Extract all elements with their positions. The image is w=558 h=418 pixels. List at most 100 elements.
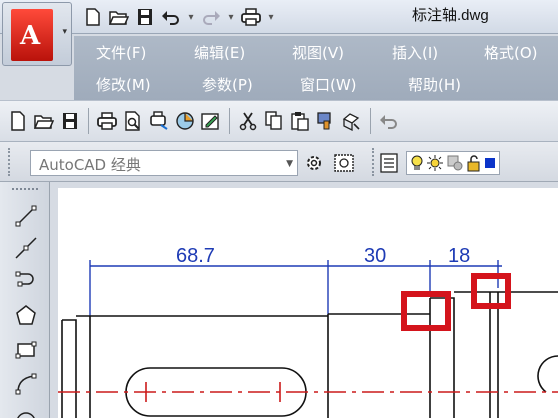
- save-toolbar-button[interactable]: [58, 108, 82, 134]
- shaft-drawing: 68.7 30 18: [58, 245, 558, 418]
- preview-magnifier-icon: [125, 111, 140, 131]
- dimension-text-68-7[interactable]: 68.7: [176, 245, 215, 267]
- dimension-text-30[interactable]: 30: [364, 245, 386, 267]
- undo-icon: [380, 115, 397, 129]
- layer-properties-icon: [380, 153, 398, 173]
- workspace-settings-button[interactable]: [302, 150, 326, 176]
- sun-icon: [427, 155, 443, 171]
- arc-icon: [15, 373, 37, 395]
- menu-view[interactable]: 视图(V): [292, 42, 344, 63]
- new-file-icon: [86, 8, 100, 26]
- save-icon: [63, 113, 77, 129]
- polyline-tool[interactable]: [12, 268, 40, 296]
- lightbulb-icon: [411, 155, 423, 170]
- unlock-icon: [467, 155, 480, 172]
- plot-preview-button[interactable]: [121, 108, 145, 134]
- dimension-text-18[interactable]: 18: [448, 245, 470, 267]
- line-icon: [15, 205, 37, 227]
- redo-icon: [203, 11, 220, 25]
- undo-icon: [162, 11, 179, 25]
- publish-icon: [150, 111, 168, 130]
- layer-color-swatch-icon: [485, 158, 495, 168]
- title-bar: ▾ ▾ ▾ 标注轴.dwg: [0, 0, 558, 34]
- menu-bar: 文件(F) 编辑(E) 视图(V) 插入(I) 格式(O) 修改(M) 参数(P…: [74, 36, 558, 100]
- drawing-canvas[interactable]: 68.7 30 18: [58, 188, 558, 418]
- layer-properties-button[interactable]: [378, 150, 402, 176]
- polygon-pentagon-icon: [16, 305, 36, 325]
- clean-screen-button[interactable]: [332, 150, 356, 176]
- toolbar-grip[interactable]: [372, 148, 376, 176]
- open-button[interactable]: [32, 108, 56, 134]
- polyline-icon: [15, 271, 34, 287]
- menu-modify[interactable]: 修改(M): [96, 74, 151, 95]
- publish-button[interactable]: [147, 108, 171, 134]
- document-title: 标注轴.dwg: [412, 7, 489, 24]
- menu-insert[interactable]: 插入(I): [392, 42, 438, 63]
- redo-button[interactable]: [200, 6, 222, 28]
- save-button[interactable]: [134, 6, 156, 28]
- workspace-select[interactable]: AutoCAD 经典 ▼: [30, 150, 298, 176]
- match-properties-button[interactable]: [314, 108, 338, 134]
- undo-dropdown-icon[interactable]: ▾: [186, 12, 196, 23]
- match-properties-brush-icon: [317, 112, 331, 130]
- chevron-down-icon: ▾: [62, 27, 67, 37]
- draw-toolbar: [0, 182, 50, 418]
- menu-help[interactable]: 帮助(H): [408, 74, 461, 95]
- shaft-section-1: [76, 315, 328, 418]
- menu-file[interactable]: 文件(F): [96, 42, 146, 63]
- toolbar-grip[interactable]: [12, 188, 38, 192]
- menu-window[interactable]: 窗口(W): [300, 74, 357, 95]
- undo-button[interactable]: [160, 6, 182, 28]
- menu-edit[interactable]: 编辑(E): [194, 42, 245, 63]
- 3d-publish-icon: [176, 112, 194, 130]
- plot-toolbar-button[interactable]: [95, 108, 119, 134]
- keyway-arc-right: [537, 355, 558, 393]
- line-tool[interactable]: [12, 202, 40, 230]
- customize-toolbar-icon[interactable]: ▾: [266, 12, 276, 23]
- cut-button[interactable]: [236, 108, 260, 134]
- save-icon: [138, 9, 152, 25]
- circle-tool[interactable]: [12, 402, 40, 418]
- arc-tool[interactable]: [12, 370, 40, 398]
- printer-icon: [97, 112, 117, 130]
- paste-clipboard-icon: [291, 112, 309, 131]
- workspace-toolbar: AutoCAD 经典 ▼: [0, 142, 558, 182]
- block-editor-icon: [342, 113, 360, 131]
- block-editor-button[interactable]: [340, 108, 364, 134]
- circle-icon: [17, 412, 35, 418]
- copy-button[interactable]: [262, 108, 286, 134]
- toolbar-grip[interactable]: [8, 148, 12, 176]
- undo-toolbar-button[interactable]: [377, 108, 401, 134]
- shaft-section-3: [454, 291, 558, 418]
- workspace-icons: [302, 150, 356, 176]
- standard-toolbar: [0, 100, 558, 142]
- redo-dropdown-icon[interactable]: ▾: [226, 12, 236, 23]
- menu-format[interactable]: 格式(O): [484, 42, 538, 63]
- toolbar-separator: [88, 108, 89, 134]
- construction-line-tool[interactable]: [12, 234, 40, 262]
- centerline: [58, 382, 558, 402]
- new-file-button[interactable]: [82, 6, 104, 28]
- shaft-end-left: [61, 319, 77, 418]
- highlight-box-left: [401, 291, 451, 331]
- layers-toolbar: [378, 150, 500, 176]
- 3d-dwf-button[interactable]: [173, 108, 197, 134]
- menu-parametric[interactable]: 参数(P): [202, 74, 253, 95]
- rectangle-tool[interactable]: [12, 336, 40, 364]
- polygon-tool[interactable]: [12, 302, 40, 330]
- chevron-down-icon: ▼: [286, 159, 293, 169]
- workspace-selected-value: AutoCAD 经典: [39, 156, 141, 174]
- layer-state-combo[interactable]: [406, 151, 500, 175]
- open-folder-icon: [34, 115, 54, 129]
- application-menu-button[interactable]: A ▾: [2, 2, 72, 66]
- shaft-outline: [61, 291, 558, 418]
- qnew-button[interactable]: [6, 108, 30, 134]
- open-file-button[interactable]: [108, 6, 130, 28]
- design-center-button[interactable]: [199, 108, 223, 134]
- construction-line-icon: [15, 237, 37, 259]
- plot-button[interactable]: [240, 6, 262, 28]
- paste-button[interactable]: [288, 108, 312, 134]
- new-file-icon: [11, 111, 25, 131]
- toolbar-separator: [370, 108, 371, 134]
- rectangle-icon: [15, 341, 37, 359]
